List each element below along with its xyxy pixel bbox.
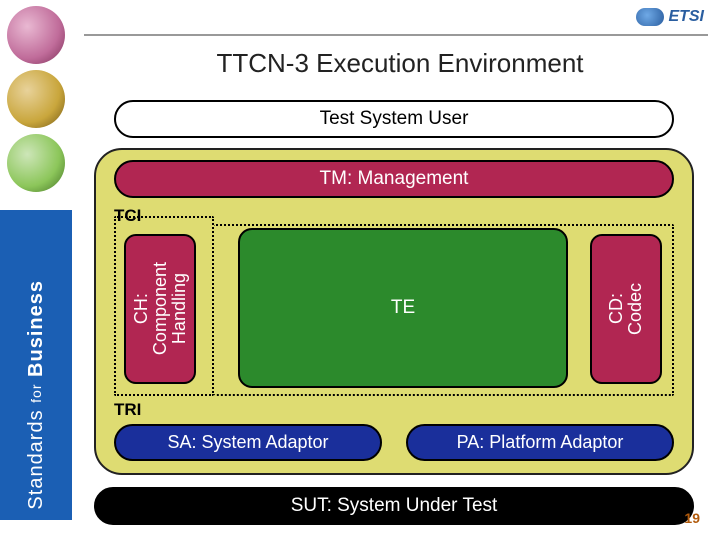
page-number: 19 — [684, 510, 700, 526]
box-test-system-user: Test System User — [114, 100, 674, 138]
box-ch-component-handling: CH: Component Handling — [124, 234, 196, 384]
adaptor-row: SA: System Adaptor PA: Platform Adaptor — [114, 424, 674, 461]
label-cd: CD: Codec — [607, 283, 645, 335]
sidebar-title: Standards for Business — [25, 280, 48, 510]
sidebar-title-joiner: for — [28, 384, 44, 403]
logo-icon — [636, 8, 664, 26]
sidebar-title-part2: Business — [25, 280, 47, 377]
globe-icon — [7, 70, 65, 128]
box-sa-system-adaptor: SA: System Adaptor — [114, 424, 382, 461]
header-rule — [84, 34, 708, 36]
globe-icon — [7, 6, 65, 64]
sidebar: Standards for Business — [0, 0, 72, 540]
label-ch: CH: Component Handling — [132, 262, 189, 355]
sidebar-title-part1: Standards — [25, 410, 47, 510]
box-pa-platform-adaptor: PA: Platform Adaptor — [406, 424, 674, 461]
middle-row: CH: Component Handling TE CD: Codec — [114, 228, 674, 396]
sidebar-band: Standards for Business — [0, 210, 72, 520]
box-cd-codec: CD: Codec — [590, 234, 662, 384]
box-tm-management: TM: Management — [114, 160, 674, 198]
slide-title: TTCN-3 Execution Environment — [100, 48, 700, 79]
diagram: Test System User TM: Management TCI CH: … — [92, 100, 696, 525]
label-te: TE — [391, 297, 415, 319]
globe-icon — [7, 134, 65, 192]
box-sut: SUT: System Under Test — [94, 487, 694, 525]
box-te: TE — [238, 228, 568, 388]
slide: Standards for Business ETSI TTCN-3 Execu… — [0, 0, 720, 540]
box-outer: TM: Management TCI CH: Component Handlin… — [94, 148, 694, 475]
logo: ETSI — [636, 8, 704, 26]
logo-text: ETSI — [668, 8, 704, 26]
label-tri: TRI — [114, 400, 680, 420]
